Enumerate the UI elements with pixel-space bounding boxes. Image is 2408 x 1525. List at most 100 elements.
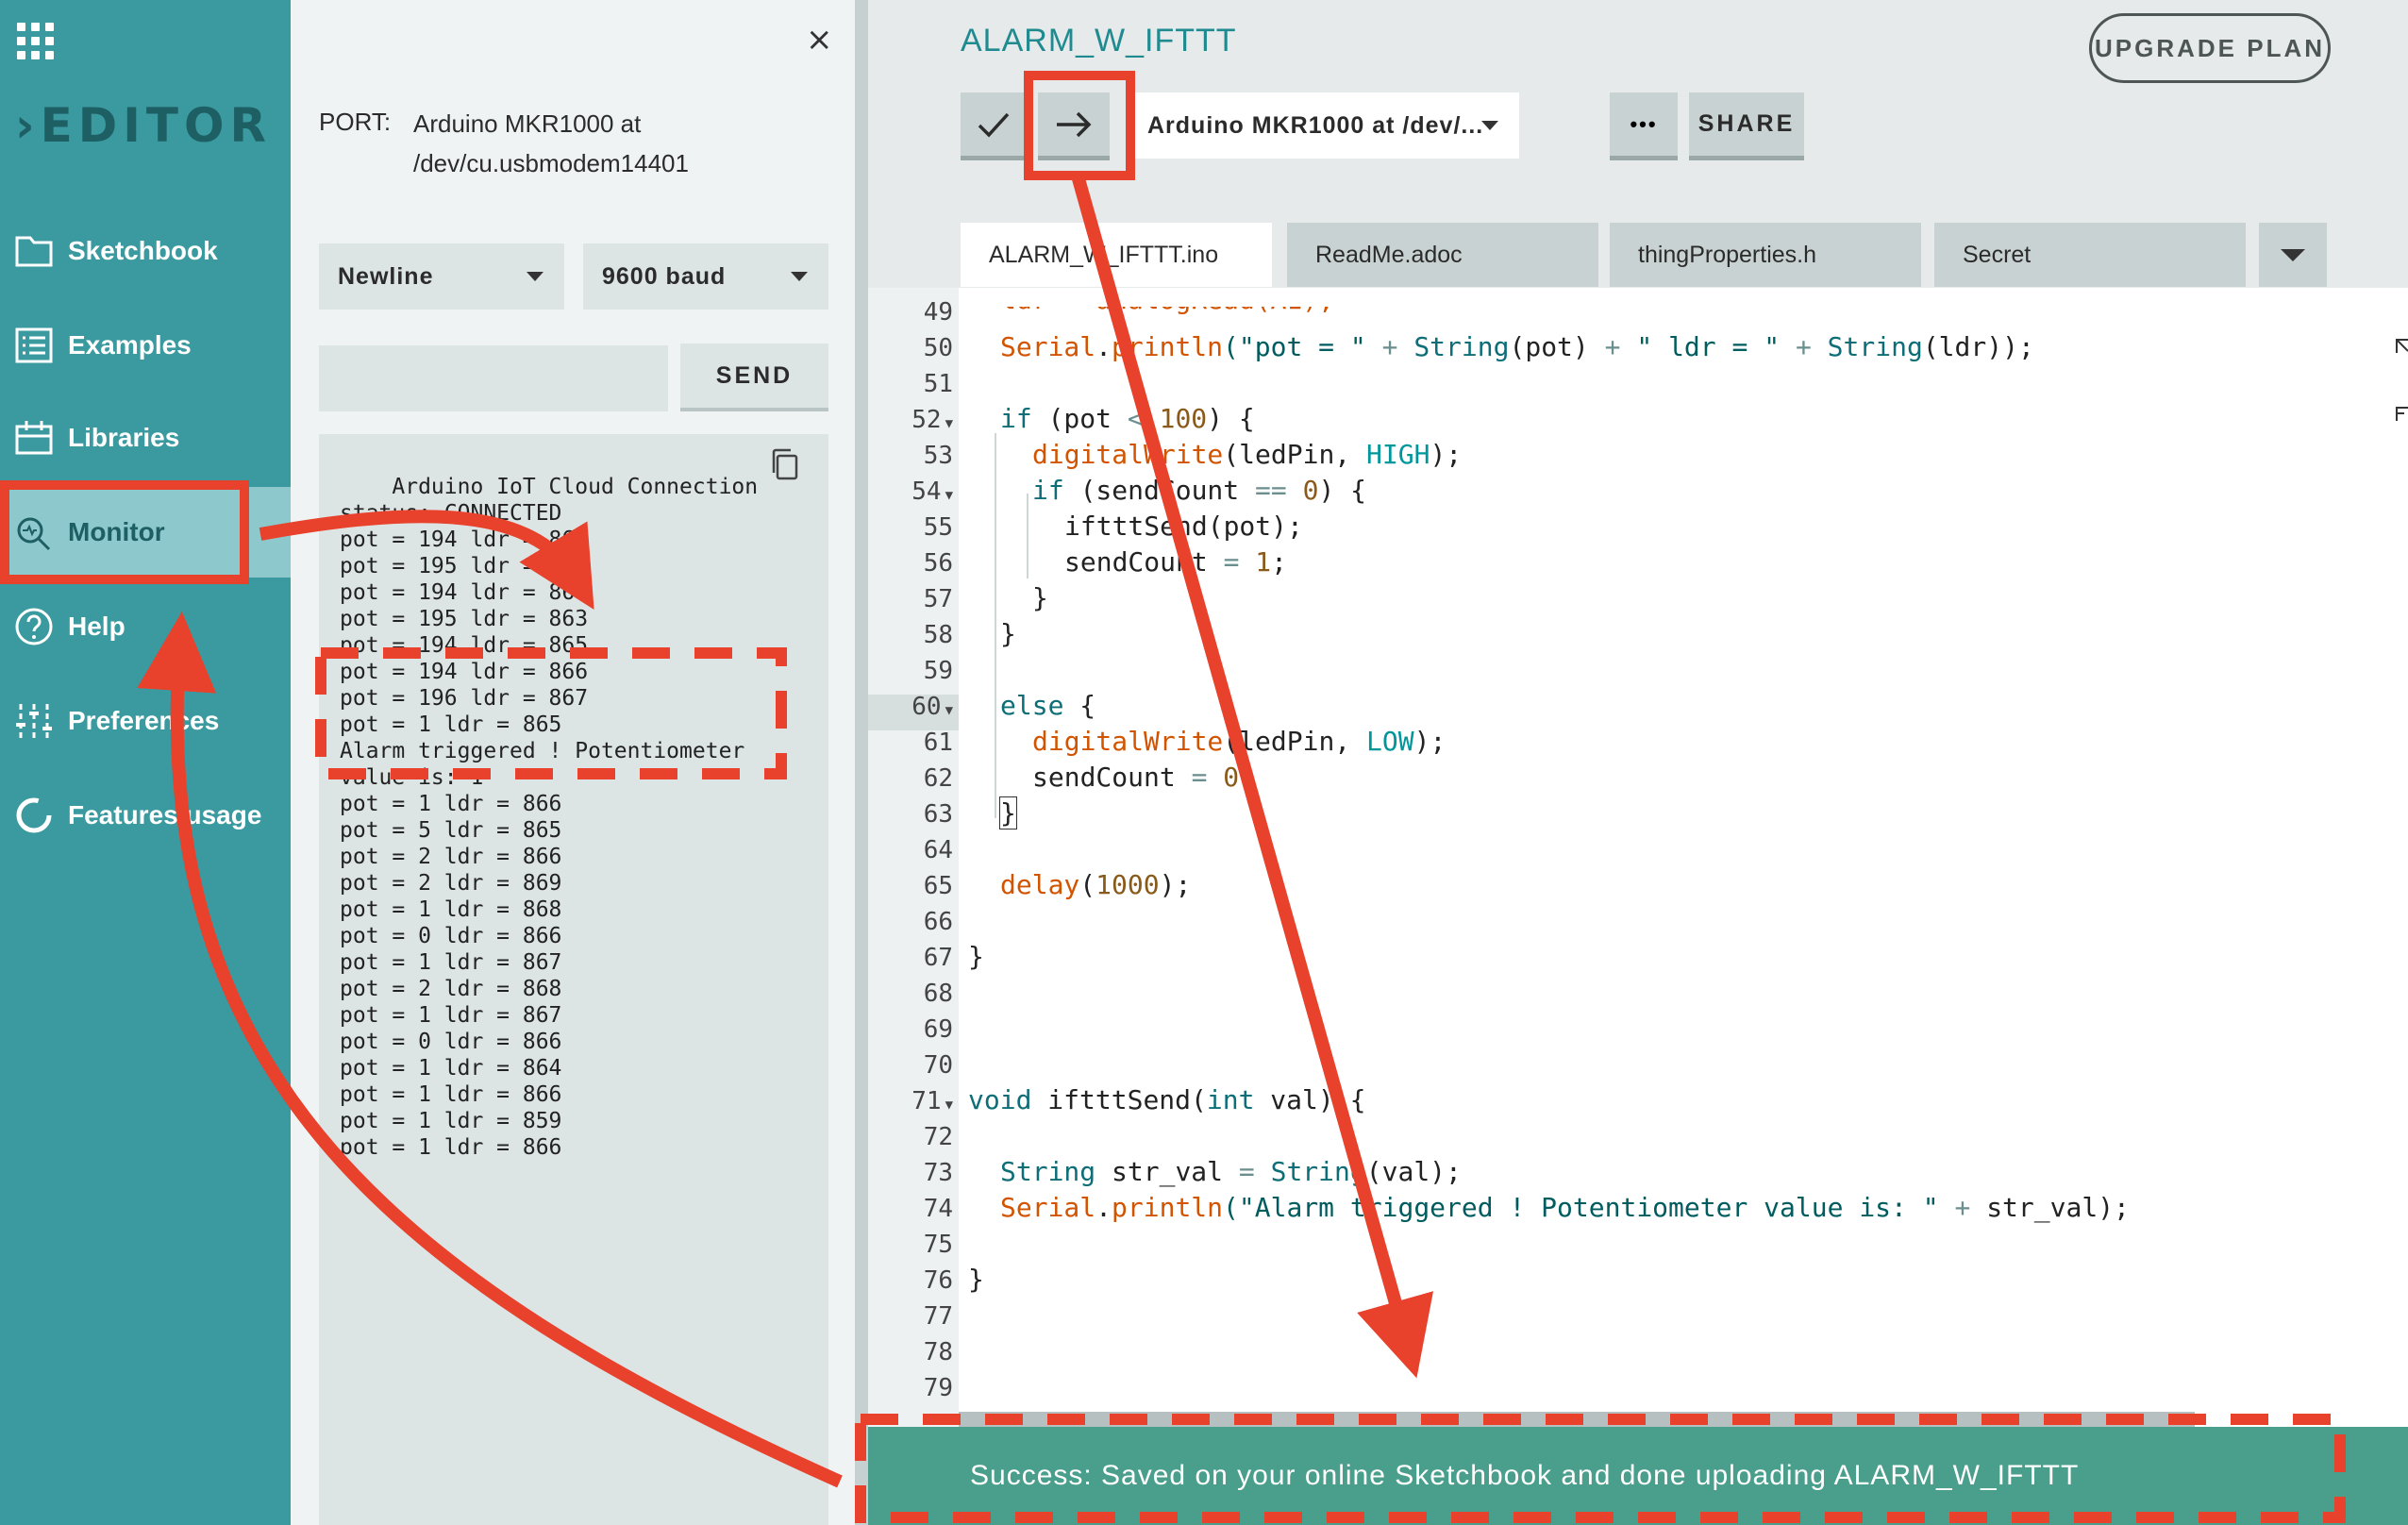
code-line-71: void iftttSend(int val) { [968, 1084, 1366, 1115]
tab-label: thingProperties.h [1638, 241, 1817, 268]
close-icon[interactable]: × [806, 21, 833, 59]
nav-item-sketchbook[interactable]: Sketchbook [0, 206, 291, 296]
nav-item-monitor[interactable]: Monitor [0, 487, 291, 578]
nav-item-examples[interactable]: Examples [0, 300, 291, 391]
code-line-74: Serial.println("Alarm triggered ! Potent… [1000, 1192, 2130, 1223]
nav-item-label: Features usage [68, 800, 262, 830]
share-button[interactable]: SHARE [1689, 92, 1804, 160]
line-number: 57 [923, 585, 953, 613]
sketch-title[interactable]: ALARM_W_IFTTT [961, 23, 1237, 59]
fold-arrow-icon[interactable]: ▼ [945, 703, 953, 718]
nav-item-help[interactable]: Help [0, 581, 291, 672]
line-number: 79 [923, 1374, 953, 1402]
code-line-65: delay(1000); [1000, 869, 1192, 900]
nav-item-libraries[interactable]: Libraries [0, 393, 291, 483]
board-select-value: Arduino MKR1000 at /dev/... [1147, 111, 1484, 139]
code-line-53: digitalWrite(ledPin, HIGH); [1032, 439, 1463, 470]
line-number: 52 ▼ [911, 406, 953, 434]
code-line-50: Serial.println("pot = " + String(pot) + … [1000, 331, 2034, 362]
serial-log-output: Arduino IoT Cloud Connection status: CON… [319, 434, 828, 1525]
line-number: 51 [923, 370, 953, 398]
line-number: 72 [923, 1123, 953, 1151]
line-ending-select[interactable]: Newline [319, 243, 564, 310]
left-navigation: ›EDITOR Sketchbook Examples Libraries Mo… [0, 0, 291, 1525]
code-line-62: sendCount = 0; [1032, 762, 1256, 793]
indent-guide [995, 743, 996, 818]
upgrade-plan-button[interactable]: UPGRADE PLAN [2089, 13, 2331, 83]
tab-readme[interactable]: ReadMe.adoc [1287, 223, 1598, 287]
check-icon [978, 112, 1010, 138]
serial-send-input[interactable] [319, 345, 668, 411]
code-line-76: } [968, 1264, 984, 1295]
code-line-63: } [999, 796, 1017, 830]
tab-alarm-ino[interactable]: ALARM_W_IFTTT.ino [961, 223, 1272, 287]
code-line-60: else { [1000, 690, 1096, 721]
panel-divider[interactable] [855, 0, 868, 1525]
nav-item-features-usage[interactable]: Features usage [0, 770, 291, 861]
code-line-67: } [968, 941, 984, 972]
editor-header: ALARM_W_IFTTT UPGRADE PLAN Arduino MKR10… [868, 0, 2408, 288]
line-number: 63 [923, 800, 953, 829]
fold-arrow-icon[interactable]: ▼ [945, 1098, 953, 1113]
line-number: 59 [923, 657, 953, 685]
upload-button[interactable] [1038, 92, 1110, 160]
tab-label: ALARM_W_IFTTT.ino [989, 241, 1219, 268]
line-number: 55 [923, 513, 953, 542]
nav-item-label: Examples [68, 330, 192, 360]
nav-item-preferences[interactable]: Preferences [0, 676, 291, 766]
sliders-icon [16, 704, 52, 738]
editor-logo: ›EDITOR [15, 98, 272, 153]
code-line-58: } [1000, 618, 1016, 649]
apps-grid-icon[interactable] [17, 23, 55, 60]
line-number: 75 [923, 1231, 953, 1259]
line-number: 60 ▼ [911, 693, 953, 721]
magnifier-icon [17, 517, 51, 551]
line-number: 66 [923, 908, 953, 936]
usage-ring-icon [16, 797, 52, 833]
line-number: 71 ▼ [911, 1087, 953, 1115]
line-number: 61 [923, 729, 953, 757]
tab-label: ReadMe.adoc [1315, 241, 1463, 268]
fold-arrow-icon[interactable]: ▼ [945, 488, 953, 503]
code-line-73: String str_val = String(val); [1000, 1156, 1462, 1187]
expand-icon[interactable] [2395, 328, 2408, 442]
fold-arrow-icon[interactable]: ▼ [945, 416, 953, 431]
status-message: Success: Saved on your online Sketchbook… [970, 1460, 2080, 1491]
line-number: 68 [923, 980, 953, 1008]
list-icon [15, 327, 53, 363]
code-area[interactable]: ldr = analogRead(A1); Serial.println("po… [968, 288, 2383, 1430]
serial-monitor-panel: × PORT: Arduino MKR1000 at /dev/cu.usbmo… [291, 0, 855, 1525]
share-label: SHARE [1697, 110, 1796, 137]
line-number: 74 [923, 1195, 953, 1223]
chevron-right-icon: › [15, 98, 41, 153]
serial-log-text: Arduino IoT Cloud Connection status: CON… [340, 475, 759, 1160]
send-button[interactable]: SEND [680, 344, 828, 411]
line-number: 77 [923, 1302, 953, 1331]
tab-label: Secret [1963, 241, 2032, 268]
line-number: 49 [923, 298, 953, 327]
board-select[interactable]: Arduino MKR1000 at /dev/... [1132, 92, 1519, 159]
ellipsis-icon: ••• [1630, 111, 1658, 136]
nav-item-label: Monitor [68, 517, 165, 546]
baud-rate-select[interactable]: 9600 baud [583, 243, 828, 310]
line-number: 53 [923, 442, 953, 470]
caret-down-icon [1481, 121, 1498, 130]
indent-guide [995, 433, 996, 778]
arrow-right-icon [1057, 111, 1092, 137]
horizontal-scrollbar[interactable] [959, 1412, 2195, 1427]
caret-down-icon [791, 272, 808, 281]
line-number: 65 [923, 872, 953, 900]
copy-icon[interactable] [768, 447, 800, 481]
code-line-52: if (pot < 100) { [1000, 403, 1255, 434]
more-options-button[interactable]: ••• [1610, 92, 1678, 160]
folder-icon [15, 236, 53, 267]
tab-thing-properties[interactable]: thingProperties.h [1610, 223, 1921, 287]
code-line-61: digitalWrite(ledPin, LOW); [1032, 726, 1446, 757]
caret-down-icon [527, 272, 543, 281]
tab-menu-button[interactable] [2259, 223, 2327, 287]
port-label: PORT: [319, 108, 392, 136]
status-bar: Success: Saved on your online Sketchbook… [868, 1427, 2408, 1525]
tab-secret[interactable]: Secret [1934, 223, 2246, 287]
code-line-57: } [1032, 582, 1048, 613]
verify-button[interactable] [961, 92, 1027, 160]
